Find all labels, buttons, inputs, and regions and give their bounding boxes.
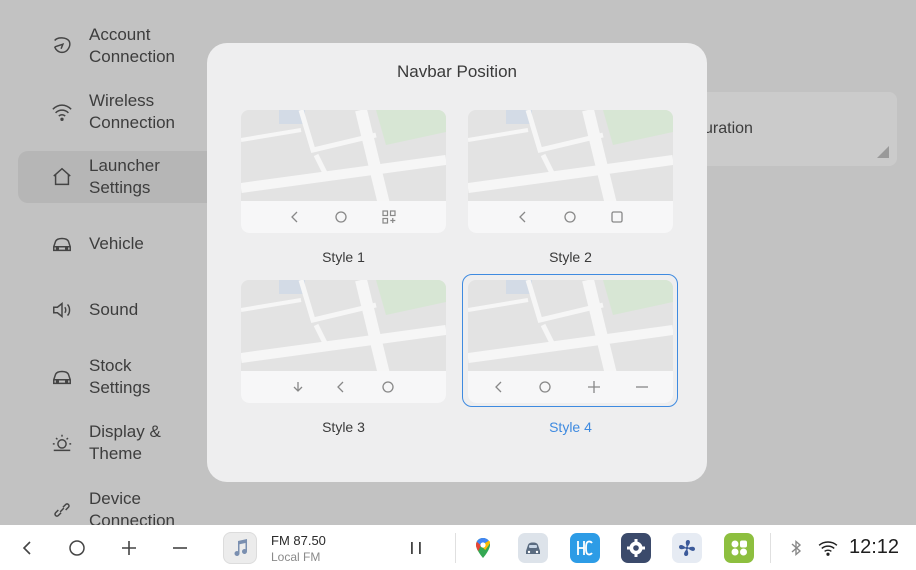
navbar-preview xyxy=(468,371,673,403)
back-icon xyxy=(22,540,31,555)
sidebar-item-stock-settings[interactable]: Stock Settings xyxy=(18,351,210,403)
style-4-preview xyxy=(468,280,673,403)
navbar-position-dialog: Navbar Position Style 1 Style 2 Style 3 … xyxy=(207,43,707,482)
dialog-title: Navbar Position xyxy=(396,62,517,81)
navbar-preview xyxy=(468,201,673,233)
option-label: Style 4 xyxy=(549,419,592,435)
navbar-preview xyxy=(241,201,446,233)
sidebar-item-label: Vehicle xyxy=(89,234,144,253)
media-subtitle: Local FM xyxy=(271,550,321,564)
home-circle-icon xyxy=(536,378,554,396)
minus-icon xyxy=(173,546,187,549)
sidebar-item-label: Device Connection xyxy=(89,489,176,525)
navbar-preview xyxy=(241,371,446,403)
volume-up-button[interactable] xyxy=(118,525,140,570)
home-circle-icon xyxy=(561,208,579,226)
sidebar-item-sound[interactable]: Sound xyxy=(18,284,210,336)
grid-app-icon[interactable] xyxy=(724,533,754,563)
sidebar-item-label: Account Connection xyxy=(89,25,176,66)
taskbar-divider xyxy=(455,533,456,563)
style-3-preview xyxy=(241,280,446,403)
home-circle-icon xyxy=(69,539,85,556)
car-icon xyxy=(50,232,74,256)
sun-icon xyxy=(50,431,74,455)
sidebar-item-label: Sound xyxy=(89,300,139,319)
plus-icon xyxy=(585,378,603,396)
sidebar-item-wireless-connection[interactable]: Wireless Connection xyxy=(18,86,210,138)
plus-icon xyxy=(122,540,136,555)
car-icon xyxy=(50,365,74,389)
account-icon xyxy=(50,34,74,58)
back-icon xyxy=(286,208,304,226)
home-circle-icon xyxy=(379,378,397,396)
taskbar-divider xyxy=(770,533,771,563)
sidebar-item-vehicle[interactable]: Vehicle xyxy=(18,218,210,270)
sidebar-item-label: Stock Settings xyxy=(89,356,151,397)
resize-corner-icon xyxy=(877,146,889,158)
pause-button[interactable] xyxy=(405,525,427,570)
apps-grid-icon xyxy=(380,208,398,226)
media-title[interactable]: FM 87.50 xyxy=(271,533,326,548)
recents-square-icon xyxy=(608,208,626,226)
pause-icon xyxy=(411,541,421,554)
volume-down-button[interactable] xyxy=(169,525,191,570)
sidebar-item-device-connection[interactable]: Device Connection xyxy=(18,484,210,525)
minus-icon xyxy=(633,378,651,396)
home-circle-icon xyxy=(332,208,350,226)
settings-sidebar: Account Connection Wireless Connection L… xyxy=(0,0,210,525)
link-icon xyxy=(50,498,74,522)
back-icon xyxy=(514,208,532,226)
sidebar-item-account-connection[interactable]: Account Connection xyxy=(18,20,210,72)
settings-gear-icon[interactable] xyxy=(621,533,651,563)
home-button[interactable] xyxy=(66,525,88,570)
wifi-status-icon[interactable] xyxy=(817,525,839,570)
option-label: Style 3 xyxy=(322,419,365,435)
sidebar-item-display-theme[interactable]: Display & Theme xyxy=(18,417,210,469)
style-1-preview xyxy=(241,110,446,233)
speaker-icon xyxy=(50,298,74,322)
wifi-icon xyxy=(50,100,74,124)
car-app-icon[interactable] xyxy=(518,533,548,563)
configuration-card-label: uration xyxy=(704,120,753,137)
bottom-taskbar: FM 87.50 Local FM 12:12 xyxy=(0,525,916,570)
fan-icon[interactable] xyxy=(672,533,702,563)
maps-icon[interactable] xyxy=(468,533,498,563)
sidebar-item-label: Display & Theme xyxy=(89,422,161,463)
arrow-down-icon xyxy=(289,378,307,396)
back-button[interactable] xyxy=(16,525,38,570)
back-icon xyxy=(490,378,508,396)
style-2-preview xyxy=(468,110,673,233)
sidebar-item-label: Launcher Settings xyxy=(89,156,160,197)
clock: 12:12 xyxy=(849,536,900,558)
bluetooth-icon[interactable] xyxy=(787,525,805,570)
sidebar-item-label: Wireless Connection xyxy=(89,91,176,132)
option-label: Style 1 xyxy=(322,249,365,265)
sidebar-item-launcher-settings[interactable]: Launcher Settings xyxy=(18,151,210,203)
home-icon xyxy=(50,165,74,189)
hc-app-icon[interactable] xyxy=(570,533,600,563)
back-icon xyxy=(332,378,350,396)
configuration-card: uration xyxy=(690,92,897,166)
music-note-icon[interactable] xyxy=(223,532,257,564)
option-label: Style 2 xyxy=(549,249,592,265)
